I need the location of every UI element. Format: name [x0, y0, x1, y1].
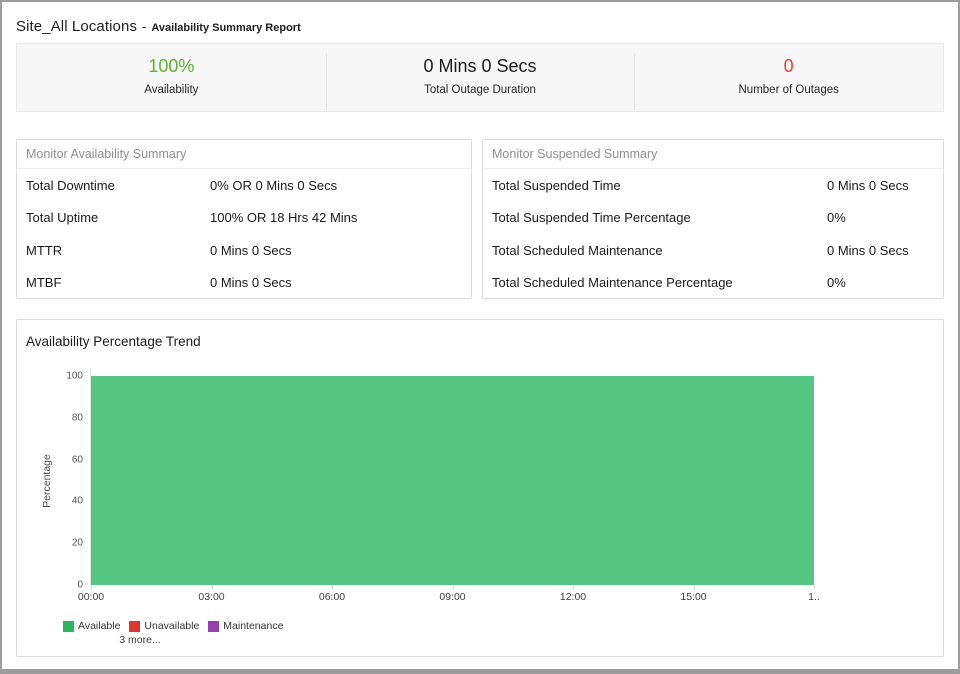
report-content: Site_All Locations - Availability Summar…: [2, 18, 958, 657]
chart-legend: Available Unavailable Maintenance: [63, 620, 292, 632]
x-axis-tick-label: 00:00: [78, 591, 104, 603]
y-axis-tick-label: 20: [72, 538, 83, 549]
legend-item-unavailable[interactable]: Unavailable: [129, 620, 199, 632]
page-title: Site_All Locations: [16, 18, 137, 35]
x-axis-tick-label: 15:00: [680, 591, 706, 603]
legend-swatch-icon: [129, 621, 140, 632]
table-row: Total Downtime 0% OR 0 Mins 0 Secs: [26, 169, 471, 202]
table-row: Total Suspended Time Percentage 0%: [492, 202, 943, 235]
x-axis-tick-mark: [332, 585, 333, 589]
x-axis-tick-label: 03:00: [198, 591, 224, 603]
legend-item-maintenance[interactable]: Maintenance: [208, 620, 283, 632]
y-axis-tick-label: 100: [66, 371, 83, 382]
row-label: Total Suspended Time: [492, 178, 827, 193]
row-label: Total Scheduled Maintenance: [492, 243, 827, 258]
legend-label: Available: [78, 620, 120, 632]
monitor-suspended-summary-panel: Monitor Suspended Summary Total Suspende…: [482, 139, 944, 299]
stat-outage-duration: 0 Mins 0 Secs Total Outage Duration: [326, 44, 635, 111]
row-value: 0%: [827, 210, 846, 225]
detail-panels-row: Monitor Availability Summary Total Downt…: [16, 139, 944, 299]
row-label: MTBF: [26, 275, 210, 290]
availability-panel-title: Monitor Availability Summary: [17, 140, 471, 169]
row-value: 0% OR 0 Mins 0 Secs: [210, 178, 337, 193]
row-label: Total Uptime: [26, 210, 210, 225]
availability-value: 100%: [17, 56, 326, 76]
table-row: Total Scheduled Maintenance 0 Mins 0 Sec…: [492, 234, 943, 267]
availability-panel-rows: Total Downtime 0% OR 0 Mins 0 Secs Total…: [17, 169, 471, 299]
legend-label: Maintenance: [223, 620, 283, 632]
row-label: MTTR: [26, 243, 210, 258]
row-value: 0 Mins 0 Secs: [827, 178, 909, 193]
monitor-availability-summary-panel: Monitor Availability Summary Total Downt…: [16, 139, 472, 299]
suspended-panel-title: Monitor Suspended Summary: [483, 140, 943, 169]
table-row: MTTR 0 Mins 0 Secs: [26, 234, 471, 267]
row-value: 0 Mins 0 Secs: [210, 243, 292, 258]
row-label: Total Scheduled Maintenance Percentage: [492, 275, 827, 290]
available-area-series: [91, 376, 814, 585]
plot-area: Percentage 02040608010000:0003:0006:0009…: [91, 376, 938, 585]
report-header: Site_All Locations - Availability Summar…: [16, 18, 944, 39]
legend-swatch-icon: [208, 621, 219, 632]
legend-swatch-icon: [63, 621, 74, 632]
y-axis-title: Percentage: [41, 454, 53, 508]
table-row: Total Suspended Time 0 Mins 0 Secs: [492, 169, 943, 202]
legend-item-available[interactable]: Available: [63, 620, 120, 632]
legend-more-link[interactable]: 3 more...: [105, 634, 175, 646]
outage-count-value: 0: [634, 56, 943, 76]
row-label: Total Downtime: [26, 178, 210, 193]
row-label: Total Suspended Time Percentage: [492, 210, 827, 225]
x-axis-tick-mark: [91, 585, 92, 589]
outage-duration-value: 0 Mins 0 Secs: [326, 56, 635, 76]
row-value: 0%: [827, 275, 846, 290]
title-separator: -: [142, 19, 146, 34]
x-axis-tick-mark: [212, 585, 213, 589]
outage-count-label: Number of Outages: [634, 84, 943, 96]
chart-title: Availability Percentage Trend: [17, 320, 943, 349]
outage-duration-label: Total Outage Duration: [326, 84, 635, 96]
report-subtitle: Availability Summary Report: [151, 22, 300, 34]
stat-availability: 100% Availability: [17, 44, 326, 111]
row-value: 0 Mins 0 Secs: [210, 275, 292, 290]
legend-label: Unavailable: [144, 620, 199, 632]
x-axis-tick-label: 1..: [808, 591, 820, 603]
x-axis-tick-mark: [453, 585, 454, 589]
x-axis-tick-mark: [694, 585, 695, 589]
row-value: 0 Mins 0 Secs: [827, 243, 909, 258]
table-row: MTBF 0 Mins 0 Secs: [26, 267, 471, 300]
x-axis-tick-label: 06:00: [319, 591, 345, 603]
stat-outage-count: 0 Number of Outages: [634, 44, 943, 111]
row-value: 100% OR 18 Hrs 42 Mins: [210, 210, 357, 225]
y-axis-tick-label: 60: [72, 454, 83, 465]
y-axis-tick-label: 0: [77, 580, 83, 591]
availability-label: Availability: [17, 84, 326, 96]
y-axis-tick-label: 80: [72, 412, 83, 423]
suspended-panel-rows: Total Suspended Time 0 Mins 0 Secs Total…: [483, 169, 943, 299]
summary-strip: 100% Availability 0 Mins 0 Secs Total Ou…: [16, 43, 944, 112]
x-axis-tick-label: 09:00: [439, 591, 465, 603]
y-axis-tick-label: 40: [72, 496, 83, 507]
table-row: Total Uptime 100% OR 18 Hrs 42 Mins: [26, 202, 471, 235]
table-row: Total Scheduled Maintenance Percentage 0…: [492, 267, 943, 300]
x-axis-tick-label: 12:00: [560, 591, 586, 603]
x-axis-tick-mark: [814, 585, 815, 589]
availability-report-page: Site_All Locations - Availability Summar…: [0, 0, 960, 674]
x-axis-tick-mark: [573, 585, 574, 589]
availability-trend-panel: Availability Percentage Trend Percentage…: [16, 319, 944, 657]
